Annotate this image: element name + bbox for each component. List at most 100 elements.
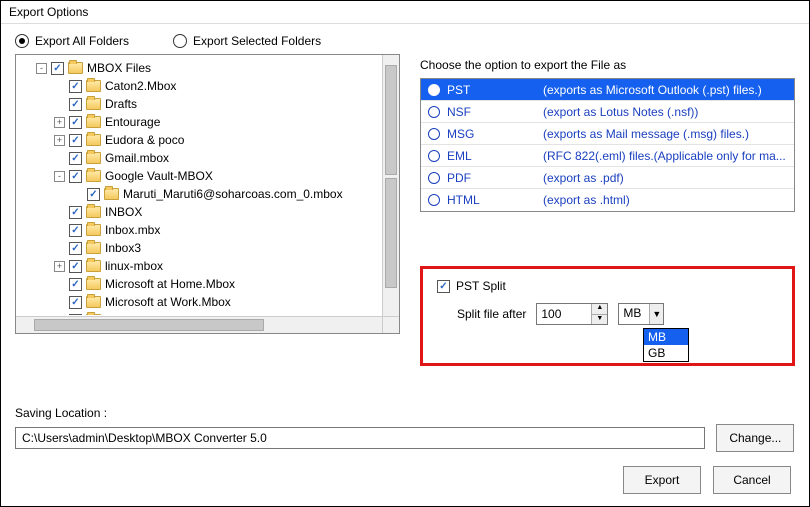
tree-row[interactable]: + Eudora & poco [18,131,397,149]
format-code: NSF [447,105,543,119]
tree-checkbox[interactable] [69,314,82,316]
tree-checkbox[interactable] [69,260,82,273]
tree-row[interactable]: -MBOX Files [18,59,397,77]
pst-split-checkbox[interactable] [437,280,450,293]
unit-option-gb[interactable]: GB [644,345,688,361]
window-title: Export Options [1,1,809,24]
radio-export-all-label: Export All Folders [35,34,129,48]
dialog-body: Export All Folders Export Selected Folde… [1,24,809,466]
tree-item-label: Maruti_Maruti6@soharcoas.com_0.mbox [123,187,343,201]
spin-down-icon[interactable]: ▼ [592,315,607,325]
export-button[interactable]: Export [623,466,701,494]
tree-item-label: Inbox3 [105,241,141,255]
pst-split-panel: PST Split Split file after ▲▼ MB ▼ MB GB [420,266,795,366]
unit-option-mb[interactable]: MB [644,329,688,345]
chevron-down-icon[interactable]: ▼ [649,304,663,324]
tree-checkbox[interactable] [69,98,82,111]
format-code: MSG [447,127,543,141]
radio-dot-icon [428,84,440,96]
folder-icon [86,278,101,290]
split-unit-dropdown[interactable]: MB GB [643,328,689,362]
tree-checkbox[interactable] [69,278,82,291]
tree-row[interactable]: Inbox3 [18,239,397,257]
format-desc: (export as .html) [543,193,788,207]
folder-tree[interactable]: -MBOX Files Caton2.Mbox Drafts + Entourag… [15,54,400,334]
tree-expander-icon[interactable]: - [54,171,65,182]
horizontal-scrollbar[interactable] [16,316,382,333]
tree-row[interactable]: Inbox.mbx [18,221,397,239]
vertical-scrollbar[interactable] [382,55,399,316]
folder-icon [86,314,101,315]
cancel-button[interactable]: Cancel [713,466,791,494]
radio-dot-icon [428,172,440,184]
split-unit-value: MB [619,304,649,324]
tree-checkbox[interactable] [69,116,82,129]
tree-checkbox[interactable] [69,152,82,165]
tree-row[interactable]: Microsoft at Work.Mbox [18,293,397,311]
format-desc: (exports as Microsoft Outlook (.pst) fil… [543,83,788,97]
tree-checkbox[interactable] [69,296,82,309]
tree-expander-icon[interactable]: + [54,135,65,146]
tree-item-label: Caton2.Mbox [105,79,176,93]
folder-icon [86,224,101,236]
tree-row[interactable]: MSNBC News.Mbox [18,311,397,315]
tree-row[interactable]: +linux-mbox [18,257,397,275]
split-size-input[interactable] [537,304,591,324]
tree-expander-icon[interactable]: + [54,117,65,128]
radio-dot-icon [428,194,440,206]
tree-row[interactable]: + Entourage [18,113,397,131]
spin-up-icon[interactable]: ▲ [592,304,607,315]
format-option-pst[interactable]: PST(exports as Microsoft Outlook (.pst) … [421,79,794,101]
folder-icon [86,116,101,128]
tree-checkbox[interactable] [87,188,100,201]
format-code: PST [447,83,543,97]
tree-item-label: Eudora & poco [105,133,184,147]
format-option-pdf[interactable]: PDF(export as .pdf) [421,167,794,189]
tree-item-label: Drafts [105,97,137,111]
format-option-nsf[interactable]: NSF(export as Lotus Notes (.nsf)) [421,101,794,123]
tree-row[interactable]: Maruti_Maruti6@soharcoas.com_0.mbox [18,185,397,203]
tree-row[interactable]: Gmail.mbox [18,149,397,167]
tree-row[interactable]: Microsoft at Home.Mbox [18,275,397,293]
tree-checkbox[interactable] [69,170,82,183]
tree-row[interactable]: Caton2.Mbox [18,77,397,95]
format-code: EML [447,149,543,163]
format-code: HTML [447,193,543,207]
radio-dot-icon [15,34,29,48]
tree-row[interactable]: -Google Vault-MBOX [18,167,397,185]
folder-icon [86,152,101,164]
folder-icon [86,206,101,218]
format-section-label: Choose the option to export the File as [420,58,795,72]
saving-location-input[interactable]: C:\Users\admin\Desktop\MBOX Converter 5.… [15,427,705,449]
radio-dot-icon [428,150,440,162]
tree-item-label: Microsoft at Work.Mbox [105,295,231,309]
tree-checkbox[interactable] [69,80,82,93]
format-desc: (export as Lotus Notes (.nsf)) [543,105,788,119]
tree-item-label: INBOX [105,205,142,219]
tree-checkbox[interactable] [51,62,64,75]
change-button[interactable]: Change... [716,424,794,452]
tree-expander-icon[interactable]: + [54,261,65,272]
tree-checkbox[interactable] [69,242,82,255]
tree-checkbox[interactable] [69,206,82,219]
tree-row[interactable]: Drafts [18,95,397,113]
tree-item-label: Entourage [105,115,160,129]
radio-export-all[interactable]: Export All Folders [15,34,129,48]
pst-split-label: PST Split [456,279,506,293]
tree-item-label: Inbox.mbx [105,223,160,237]
format-option-msg[interactable]: MSG(exports as Mail message (.msg) files… [421,123,794,145]
folder-icon [68,62,83,74]
format-option-eml[interactable]: EML(RFC 822(.eml) files.(Applicable only… [421,145,794,167]
format-option-html[interactable]: HTML(export as .html) [421,189,794,211]
tree-checkbox[interactable] [69,134,82,147]
tree-expander-icon[interactable]: - [36,63,47,74]
format-desc: (export as .pdf) [543,171,788,185]
tree-checkbox[interactable] [69,224,82,237]
radio-dot-icon [428,106,440,118]
export-scope-radios: Export All Folders Export Selected Folde… [15,34,795,48]
split-size-stepper[interactable]: ▲▼ [536,303,608,325]
split-unit-select[interactable]: MB ▼ [618,303,664,325]
radio-dot-icon [173,34,187,48]
radio-export-selected[interactable]: Export Selected Folders [173,34,321,48]
tree-row[interactable]: INBOX [18,203,397,221]
